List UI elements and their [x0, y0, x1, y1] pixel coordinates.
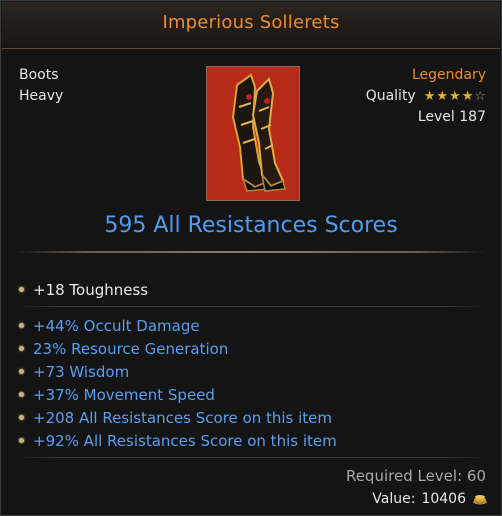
item-weight: Heavy	[19, 88, 64, 104]
bullet-icon	[19, 323, 24, 328]
item-image	[206, 66, 300, 201]
tooltip-body: Boots Heavy Legendary Quality ★ ★ ★ ★ ☆ …	[2, 49, 500, 515]
item-tooltip: Imperious Sollerets Boots Heavy Legendar…	[0, 0, 502, 516]
bullet-icon	[19, 346, 24, 351]
star-filled-icon: ★	[461, 89, 474, 104]
affix-item: +37% Movement Speed	[19, 383, 489, 406]
affix-list: +44% Occult Damage 23% Resource Generati…	[19, 314, 489, 452]
value-amount: 10406	[421, 491, 466, 507]
gold-coin-icon	[473, 495, 487, 505]
affix-item: +208 All Resistances Score on this item	[19, 406, 489, 429]
footer-divider	[16, 457, 486, 458]
bullet-icon	[19, 392, 24, 397]
quality-label: Quality	[365, 88, 416, 104]
value-label: Value:	[372, 491, 416, 507]
item-slot: Boots	[19, 67, 59, 83]
affix-item: +44% Occult Damage	[19, 314, 489, 337]
item-meta-info: Legendary Quality ★ ★ ★ ★ ☆ Level 187	[366, 65, 486, 128]
star-empty-icon: ☆	[474, 89, 486, 104]
item-rarity: Legendary	[411, 67, 486, 83]
affix-item: +73 Wisdom	[19, 360, 489, 383]
bullet-icon	[19, 438, 24, 443]
primary-stat: 595 All Resistances Scores	[104, 213, 398, 238]
implicit-affix: +18 Toughness	[19, 278, 489, 301]
implicit-list: +18 Toughness	[19, 278, 489, 301]
affix-item: +92% All Resistances Score on this item	[19, 429, 489, 452]
star-filled-icon: ★	[423, 89, 436, 104]
bullet-icon	[19, 287, 24, 292]
required-level: Required Level: 60	[345, 467, 486, 485]
item-quality: Quality ★ ★ ★ ★ ☆	[366, 86, 486, 107]
implicit-divider	[16, 306, 486, 307]
item-type-info: Boots Heavy	[19, 65, 63, 107]
star-filled-icon: ★	[436, 89, 449, 104]
tooltip-header: Imperious Sollerets	[2, 2, 500, 49]
item-name: Imperious Sollerets	[162, 12, 340, 33]
boots-icon	[207, 67, 299, 200]
bullet-icon	[19, 369, 24, 374]
section-divider	[16, 251, 486, 253]
star-filled-icon: ★	[449, 89, 461, 104]
bullet-icon	[19, 415, 24, 420]
affix-item: 23% Resource Generation	[19, 337, 489, 360]
quality-stars: ★ ★ ★ ★ ☆	[424, 90, 486, 103]
item-level: Level 187	[417, 109, 486, 125]
item-value: Value: 10406	[372, 491, 488, 507]
